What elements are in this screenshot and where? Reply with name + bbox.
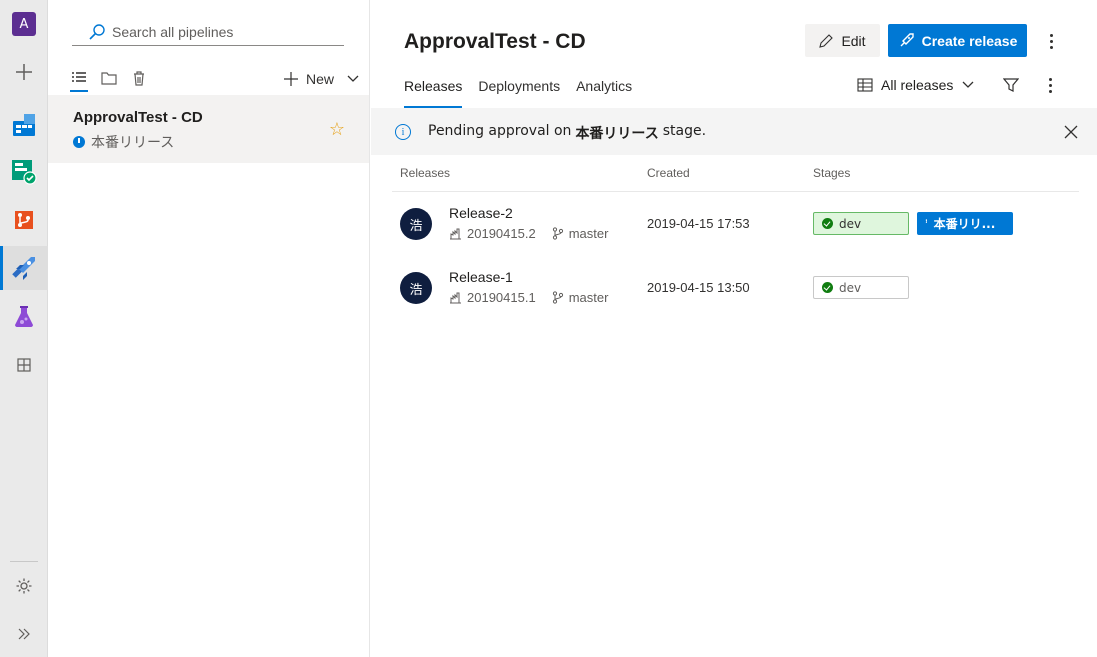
stage-label: dev — [839, 280, 862, 295]
search-box[interactable] — [72, 18, 344, 46]
table-header: Releases Created Stages — [392, 156, 1079, 192]
org-avatar: A — [12, 12, 36, 36]
pipelines-button[interactable] — [0, 246, 48, 290]
stage-label: dev — [839, 216, 862, 231]
close-icon[interactable] — [1061, 122, 1081, 142]
avatar: 浩 — [400, 272, 432, 304]
info-icon: i — [395, 124, 411, 140]
list-toolbar: New — [68, 66, 360, 94]
search-input[interactable] — [112, 23, 332, 40]
build-number: 20190415.2 — [467, 226, 536, 241]
check-icon — [822, 218, 833, 229]
stage-dev[interactable]: dev — [813, 212, 909, 235]
new-button[interactable]: New — [283, 66, 360, 92]
column-header-stages[interactable]: Stages — [813, 166, 850, 180]
pipeline-list-panel: New ApprovalTest - CD 本番リリース ☆ — [48, 0, 370, 657]
folder-view-icon[interactable] — [98, 66, 120, 90]
pending-icon: ꜝ — [925, 218, 928, 229]
boards-icon — [13, 114, 35, 136]
table-row[interactable]: 浩 Release-1 20190415.1 master 2019-04-15… — [392, 256, 1079, 320]
edit-button-label: Edit — [841, 32, 866, 49]
release-name[interactable]: Release-2 — [449, 205, 513, 221]
more-actions-icon[interactable] — [1041, 29, 1061, 53]
chevron-down-icon — [962, 81, 974, 88]
branch-name: master — [568, 290, 609, 305]
check-icon — [822, 282, 833, 293]
project-settings-button[interactable] — [0, 564, 48, 608]
more-options-icon[interactable] — [1040, 73, 1060, 97]
new-project-button[interactable] — [0, 50, 48, 94]
table-row[interactable]: 浩 Release-2 20190415.2 master 2019-04-15… — [392, 192, 1079, 256]
pipeline-status-text: 本番リリース — [91, 135, 175, 151]
plus-icon — [16, 64, 32, 80]
filter-icon[interactable] — [1001, 75, 1021, 95]
release-meta: 20190415.2 master — [449, 226, 624, 241]
chevron-down-icon — [347, 75, 359, 82]
filter-label: All releases — [881, 77, 954, 93]
column-header-created[interactable]: Created — [647, 166, 690, 180]
column-header-releases[interactable]: Releases — [400, 166, 450, 180]
artifacts-button[interactable] — [0, 343, 48, 387]
new-button-label: New — [305, 71, 334, 87]
create-release-label: Create release — [921, 32, 1018, 49]
rocket-icon — [900, 32, 914, 46]
org-button[interactable]: A — [0, 2, 48, 46]
tab-releases[interactable]: Releases — [404, 76, 463, 108]
releases-filter-dropdown[interactable]: All releases — [857, 74, 975, 96]
repos-button[interactable] — [0, 198, 48, 242]
tab-bar: Releases Deployments Analytics — [404, 76, 632, 108]
main-content: ApprovalTest - CD Edit Create release Re… — [371, 0, 1097, 657]
created-date: 2019-04-15 13:50 — [647, 280, 750, 295]
release-meta: 20190415.1 master — [449, 290, 624, 305]
table-icon — [857, 78, 873, 92]
releases-table: Releases Created Stages 浩 Release-2 2019… — [392, 156, 1079, 320]
flask-icon — [15, 306, 33, 327]
tab-deployments[interactable]: Deployments — [478, 76, 560, 108]
tab-analytics[interactable]: Analytics — [576, 76, 632, 108]
rail-divider — [10, 561, 38, 562]
app-root: A Search all pipelines New ApprovalTest … — [0, 0, 1097, 657]
stage-dev[interactable]: dev — [813, 276, 909, 299]
pencil-icon — [819, 33, 834, 48]
trash-icon[interactable] — [128, 66, 150, 90]
navigation-rail: A — [0, 0, 48, 657]
plus-icon — [283, 72, 298, 86]
repos-icon — [15, 211, 33, 229]
double-chevron-right-icon — [18, 628, 30, 640]
pipeline-status: 本番リリース — [73, 132, 174, 152]
test-hub-button[interactable] — [0, 150, 48, 194]
star-icon[interactable]: ☆ — [329, 119, 345, 140]
page-title: ApprovalTest - CD — [404, 30, 586, 53]
banner-message: Pending approval on 本番リリース stage. — [428, 123, 706, 143]
pipeline-name: ApprovalTest - CD — [73, 109, 203, 126]
pipelines-icon — [12, 257, 35, 280]
branch-icon — [552, 227, 563, 240]
test-plans-button[interactable] — [0, 295, 48, 339]
search-icon — [86, 21, 108, 43]
created-date: 2019-04-15 17:53 — [647, 216, 750, 231]
gear-icon — [16, 578, 32, 594]
banner-prefix: Pending approval on — [428, 123, 572, 139]
stage-production[interactable]: ꜝ 本番リリ... — [917, 212, 1013, 235]
banner-suffix: stage. — [662, 123, 707, 139]
create-release-button[interactable]: Create release — [888, 24, 1027, 57]
boards-button[interactable] — [0, 103, 48, 147]
branch-name: master — [568, 226, 609, 241]
list-view-icon[interactable] — [68, 66, 90, 92]
avatar: 浩 — [400, 208, 432, 240]
stage-label: 本番リリ... — [933, 217, 996, 231]
grid-icon — [17, 358, 31, 372]
pending-approval-banner: i Pending approval on 本番リリース stage. — [371, 108, 1097, 155]
repos-check-icon — [12, 160, 37, 185]
branch-icon — [552, 291, 563, 304]
build-number: 20190415.1 — [467, 290, 536, 305]
clock-icon — [73, 136, 85, 148]
release-name[interactable]: Release-1 — [449, 269, 513, 285]
pipeline-list-item[interactable]: ApprovalTest - CD 本番リリース ☆ — [48, 95, 369, 163]
edit-button[interactable]: Edit — [805, 24, 880, 57]
build-icon — [450, 228, 461, 240]
expand-rail-button[interactable] — [0, 612, 48, 656]
banner-stage: 本番リリース — [575, 126, 659, 142]
build-icon — [450, 292, 461, 304]
